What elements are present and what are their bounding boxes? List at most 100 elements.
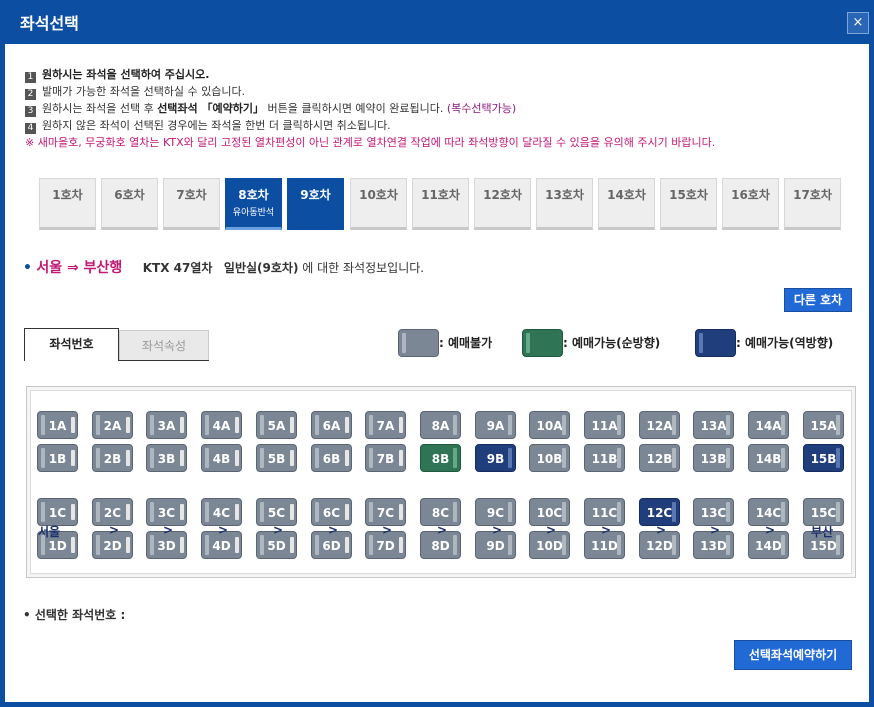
seat-14c[interactable]: 14C [748, 498, 789, 526]
seat-1c[interactable]: 1C [37, 498, 78, 526]
seat-12b[interactable]: 12B [639, 444, 680, 472]
seat-4b[interactable]: 4B [201, 444, 242, 472]
seat-9a[interactable]: 9A [475, 411, 516, 439]
seat-9b[interactable]: 9B [475, 444, 516, 472]
car-class: 일반실(9호차) [223, 261, 299, 275]
seat-5c[interactable]: 5C [256, 498, 297, 526]
direction-arrow: > [492, 523, 503, 537]
close-button[interactable]: × [847, 12, 869, 34]
seat-3a[interactable]: 3A [146, 411, 187, 439]
title-bar: 좌석선택 × [0, 0, 874, 44]
car-tab[interactable]: 9호차 [287, 178, 344, 230]
car-label: 12호차 [483, 188, 522, 202]
direction-arrow: > [109, 523, 120, 537]
tab-seat-number[interactable]: 좌석번호 [24, 328, 119, 361]
car-label: 6호차 [114, 188, 145, 202]
seat-3c[interactable]: 3C [146, 498, 187, 526]
seat-13b[interactable]: 13B [693, 444, 734, 472]
seat-7c[interactable]: 7C [365, 498, 406, 526]
notice-line-1: 1 원하시는 좌석을 선택하여 주십시오. [25, 66, 715, 83]
legend-unavailable-swatch [398, 329, 439, 357]
selected-seat-label: • 선택한 좌석번호 : [23, 608, 126, 622]
seat-12c[interactable]: 12C [639, 498, 680, 526]
car-tab[interactable]: 17호차 [784, 178, 841, 230]
dialog-title: 좌석선택 [20, 14, 79, 33]
seat-1a[interactable]: 1A [37, 411, 78, 439]
car-label: 17호차 [793, 188, 832, 202]
seat-10b[interactable]: 10B [529, 444, 570, 472]
car-tab[interactable]: 10호차 [350, 178, 407, 230]
seat-3b[interactable]: 3B [146, 444, 187, 472]
aisle-start-label: 서울 [38, 525, 61, 539]
car-tab[interactable]: 6호차 [101, 178, 158, 230]
seat-6b[interactable]: 6B [311, 444, 352, 472]
direction-arrow: > [382, 523, 393, 537]
seat-5b[interactable]: 5B [256, 444, 297, 472]
reserve-button[interactable]: 선택좌석예약하기 [734, 640, 852, 670]
seat-11b[interactable]: 11B [584, 444, 625, 472]
car-tab[interactable]: 13호차 [536, 178, 593, 230]
seat-11c[interactable]: 11C [584, 498, 625, 526]
car-label: 7호차 [176, 188, 207, 202]
train-number: KTX 47열차 [142, 261, 213, 275]
seat-6a[interactable]: 6A [311, 411, 352, 439]
number-badge: 3 [25, 106, 36, 117]
legend-reverse-swatch [695, 329, 736, 357]
seat-14b[interactable]: 14B [748, 444, 789, 472]
seat-15b[interactable]: 15B [803, 444, 844, 472]
direction-arrow: > [710, 523, 721, 537]
seat-6c[interactable]: 6C [311, 498, 352, 526]
legend-forward-swatch [522, 329, 563, 357]
car-label: 1호차 [52, 188, 83, 202]
legend-unavailable-label: : 예매불가 [439, 336, 493, 350]
seat-15c[interactable]: 15C [803, 498, 844, 526]
direction-arrow: > [273, 523, 284, 537]
seat-14a[interactable]: 14A [748, 411, 789, 439]
direction-arrow: > [546, 523, 557, 537]
seat-11a[interactable]: 11A [584, 411, 625, 439]
direction-arrow: > [218, 523, 229, 537]
number-badge: 1 [25, 72, 36, 83]
car-sublabel: 유아동반석 [232, 208, 275, 218]
car-tab[interactable]: 1호차 [39, 178, 96, 230]
car-label: 11호차 [421, 188, 460, 202]
dialog-content: 1 원하시는 좌석을 선택하여 주십시오. 2 발매가 가능한 좌석을 선택하실 수… [5, 44, 869, 702]
car-tab[interactable]: 12호차 [474, 178, 531, 230]
legend-reverse-label: : 예매가능(역방향) [736, 336, 834, 350]
car-tab[interactable]: 11호차 [412, 178, 469, 230]
seat-10c[interactable]: 10C [529, 498, 570, 526]
seat-7a[interactable]: 7A [365, 411, 406, 439]
car-label: 16호차 [731, 188, 770, 202]
seat-2c[interactable]: 2C [92, 498, 133, 526]
seat-15a[interactable]: 15A [803, 411, 844, 439]
seat-9c[interactable]: 9C [475, 498, 516, 526]
seat-4c[interactable]: 4C [201, 498, 242, 526]
route-title: 서울 ⇒ 부산행 [36, 260, 123, 276]
car-label: 9호차 [300, 188, 331, 202]
seat-13c[interactable]: 13C [693, 498, 734, 526]
seat-8a[interactable]: 8A [420, 411, 461, 439]
car-tab[interactable]: 15호차 [660, 178, 717, 230]
car-tab[interactable]: 14호차 [598, 178, 655, 230]
direction-arrow: > [656, 523, 667, 537]
route-info: • 서울 ⇒ 부산행 KTX 47열차 일반실(9호차) 에 대한 좌석정보입니… [23, 260, 425, 276]
seat-13a[interactable]: 13A [693, 411, 734, 439]
direction-arrow: > [601, 523, 612, 537]
seat-12a[interactable]: 12A [639, 411, 680, 439]
car-tab[interactable]: 8호차 유아동반석 [225, 178, 282, 230]
seat-4a[interactable]: 4A [201, 411, 242, 439]
seat-8c[interactable]: 8C [420, 498, 461, 526]
seat-1b[interactable]: 1B [37, 444, 78, 472]
seat-map: 1A 1B 1C 1D 서울 2A 2B 2C 2D >3A 3B 3C 3D >4A 4B 4C 4D >5A 5… [26, 386, 856, 578]
seat-2b[interactable]: 2B [92, 444, 133, 472]
seat-10a[interactable]: 10A [529, 411, 570, 439]
other-car-button[interactable]: 다른 호차 [784, 288, 852, 312]
seat-7b[interactable]: 7B [365, 444, 406, 472]
seat-8b[interactable]: 8B [420, 444, 461, 472]
notice-line-3: 3 원하시는 좌석을 선택 후 선택좌석 「예약하기」 버튼을 클릭하시면 예약이… [25, 100, 715, 117]
car-tab[interactable]: 16호차 [722, 178, 779, 230]
seat-5a[interactable]: 5A [256, 411, 297, 439]
seat-2a[interactable]: 2A [92, 411, 133, 439]
car-tab[interactable]: 7호차 [163, 178, 220, 230]
tab-seat-attribute[interactable]: 좌석속성 [119, 330, 209, 360]
